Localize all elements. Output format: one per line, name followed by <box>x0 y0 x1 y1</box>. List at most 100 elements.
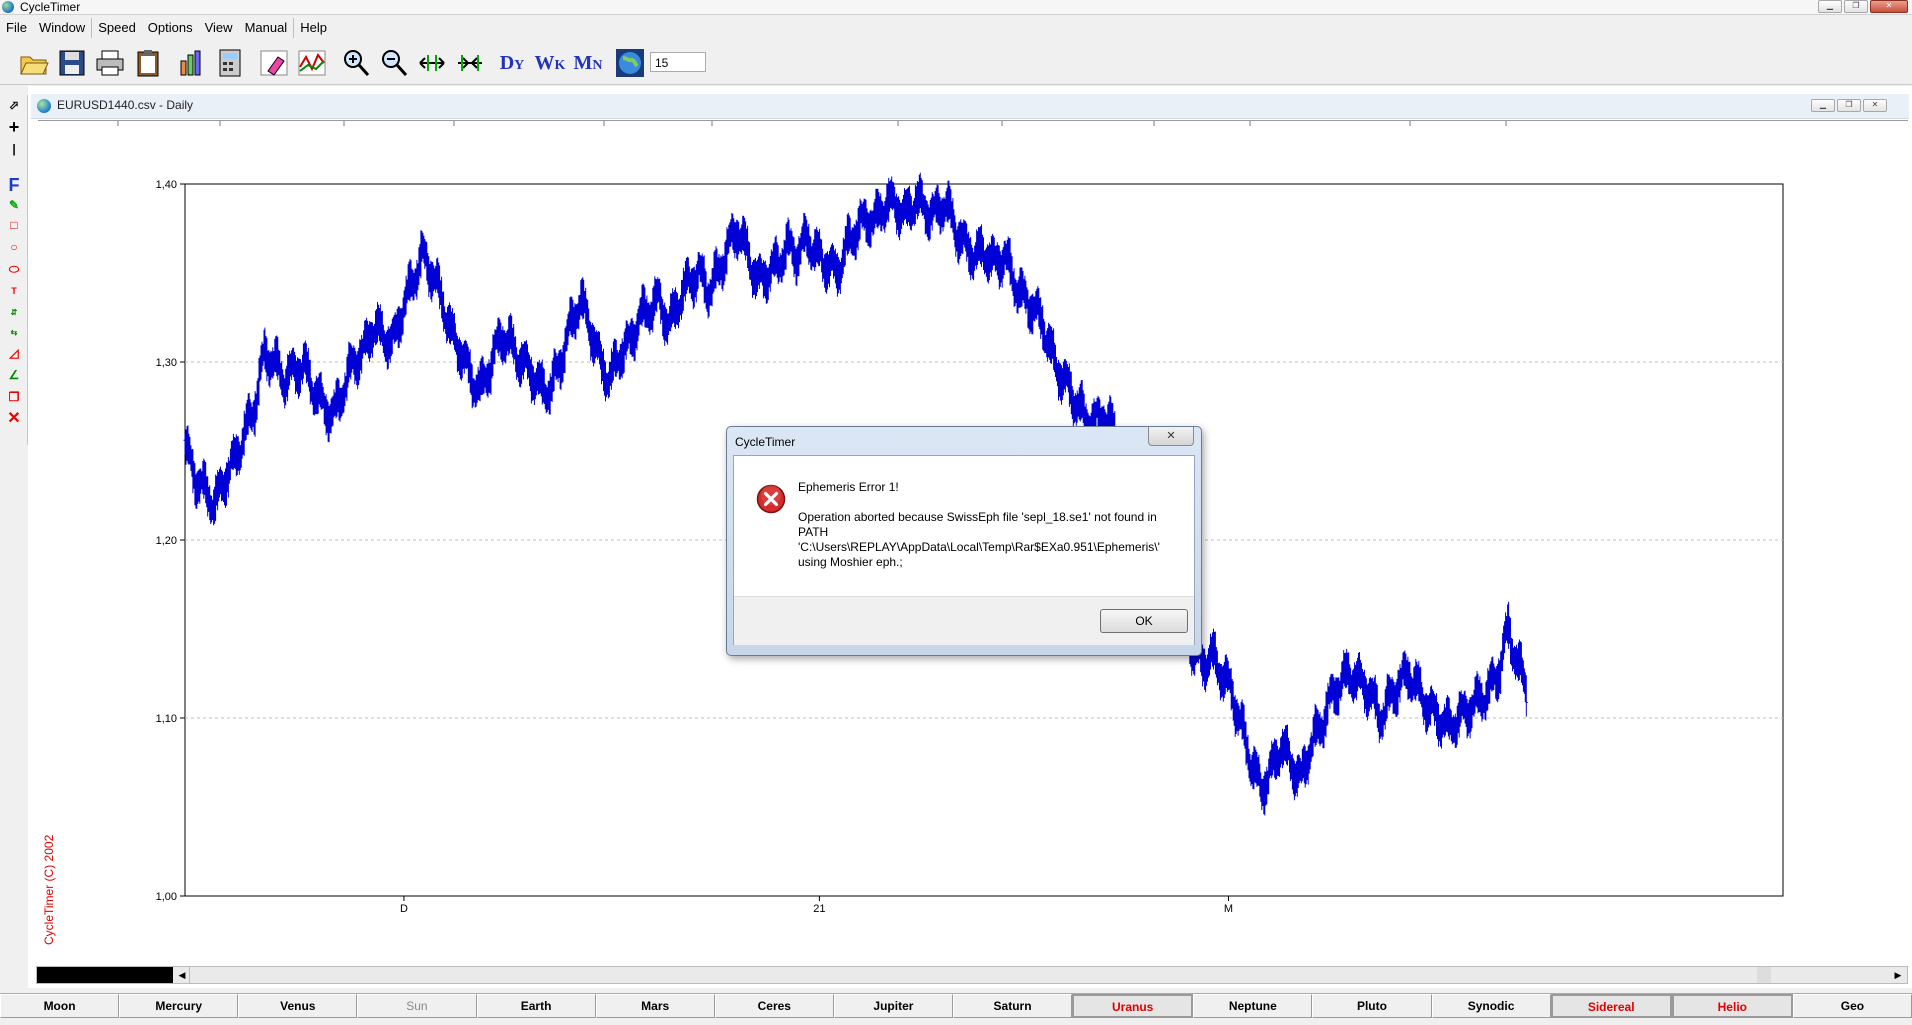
app-globe-icon <box>2 1 14 13</box>
compress-horizontal-icon[interactable] <box>454 47 486 79</box>
zoom-in-icon[interactable] <box>340 47 372 79</box>
copy-tool-icon[interactable]: ❐ <box>4 387 24 407</box>
error-line-1: Operation aborted because SwissEph file … <box>798 510 1157 524</box>
price-tool-icon[interactable]: ⇵ <box>4 303 24 323</box>
close-button[interactable]: ✕ <box>1870 0 1908 13</box>
ok-button[interactable]: OK <box>1100 609 1188 633</box>
copyright-label: CycleTimer (C) 2002 <box>42 834 56 945</box>
menu-speed[interactable]: Speed <box>91 18 142 38</box>
planet-button-earth[interactable]: Earth <box>476 994 596 1018</box>
menu-help[interactable]: Help <box>293 18 333 38</box>
chart-window-globe-icon <box>37 99 51 113</box>
delete-icon[interactable]: ✕ <box>4 409 24 429</box>
text-tool-icon[interactable]: T <box>4 281 24 301</box>
pointer-icon[interactable]: ⬀ <box>4 95 24 115</box>
app-titlebar: CycleTimer ▁ ❐ ✕ <box>0 0 1912 15</box>
print-icon[interactable] <box>94 47 126 79</box>
rectangle-icon[interactable]: □ <box>4 215 24 235</box>
menu-view[interactable]: View <box>199 18 239 38</box>
window-controls: ▁ ❐ ✕ <box>1818 0 1908 13</box>
globe-icon[interactable] <box>614 47 646 79</box>
planet-button-mercury[interactable]: Mercury <box>119 994 239 1018</box>
x-tick-label: D <box>400 903 408 915</box>
clipboard-icon[interactable] <box>132 47 164 79</box>
monthly-mn-icon[interactable]: MN <box>572 47 604 79</box>
scroll-thumb[interactable] <box>37 967 173 983</box>
planet-button-pluto[interactable]: Pluto <box>1312 994 1432 1018</box>
bar-chart-icon[interactable] <box>176 47 208 79</box>
gann-tool-icon[interactable]: ∠ <box>4 365 24 385</box>
error-icon <box>756 484 786 514</box>
error-dialog: CycleTimer ✕ Ephemeris Error 1! Operatio… <box>726 426 1202 656</box>
error-line-2: PATH <box>798 525 829 539</box>
y-tick-label: 1,40 <box>156 179 177 191</box>
error-line-3: 'C:\Users\REPLAY\AppData\Local\Temp\Rar$… <box>798 540 1160 554</box>
planet-button-neptune[interactable]: Neptune <box>1193 994 1313 1018</box>
pencil-icon[interactable]: ✎ <box>4 195 24 215</box>
y-tick-label: 1,30 <box>156 357 177 369</box>
chart-window-title: EURUSD1440.csv - Daily <box>57 98 194 112</box>
planet-button-uranus[interactable]: Uranus <box>1072 994 1194 1018</box>
menu-file[interactable]: File <box>0 18 33 38</box>
eraser-icon[interactable] <box>258 47 290 79</box>
chart-minimize-button[interactable]: ▁ <box>1811 99 1835 112</box>
zoom-input[interactable]: 15 <box>650 52 706 72</box>
scroll-right-arrow-icon[interactable]: ▶ <box>1891 967 1905 983</box>
daily-dy-icon[interactable]: DY <box>496 47 528 79</box>
planet-button-venus[interactable]: Venus <box>238 994 358 1018</box>
crosshair-icon[interactable]: + <box>4 117 24 137</box>
dialog-body: Ephemeris Error 1! Operation aborted bec… <box>733 455 1195 645</box>
zoom-out-icon[interactable] <box>378 47 410 79</box>
dialog-title: CycleTimer <box>735 435 796 449</box>
chart-window-controls: ▁ ❐ ✕ <box>1811 99 1887 112</box>
dialog-close-button[interactable]: ✕ <box>1148 427 1194 446</box>
planet-bar: Moon Mercury Venus Sun Earth Mars Ceres Jupiter… <box>0 993 1912 1018</box>
circle-icon[interactable]: ○ <box>4 237 24 257</box>
planet-button-saturn[interactable]: Saturn <box>953 994 1073 1018</box>
minimize-button[interactable]: ▁ <box>1818 0 1842 13</box>
chart-wave-icon[interactable] <box>296 47 328 79</box>
x-tick-label: 21 <box>813 903 825 915</box>
dialog-footer: OK <box>734 596 1194 645</box>
scroll-left-arrow-icon[interactable]: ◀ <box>175 967 190 983</box>
planet-button-sun[interactable]: Sun <box>357 994 477 1018</box>
ellipse-icon[interactable]: ⬭ <box>4 259 24 279</box>
chart-close-button[interactable]: ✕ <box>1863 99 1887 112</box>
x-tick-label: M <box>1224 903 1233 915</box>
y-tick-label: 1,00 <box>156 891 177 903</box>
open-folder-icon[interactable] <box>18 47 50 79</box>
restore-button[interactable]: ❐ <box>1844 0 1868 13</box>
y-tick-label: 1,10 <box>156 713 177 725</box>
error-line-4: using Moshier eph.; <box>798 555 903 569</box>
time-tool-icon[interactable]: ⇆ <box>4 323 24 343</box>
expand-horizontal-icon[interactable] <box>416 47 448 79</box>
error-message: Operation aborted because SwissEph file … <box>798 510 1164 570</box>
planet-button-mars[interactable]: Mars <box>595 994 715 1018</box>
menu-bar: File Window Speed Options View Manual He… <box>0 18 1912 38</box>
menu-options[interactable]: Options <box>142 18 199 38</box>
vertical-line-icon[interactable]: | <box>4 139 24 159</box>
planet-button-moon[interactable]: Moon <box>0 994 120 1018</box>
horizontal-scrollbar[interactable]: ◀ ▶ <box>36 966 1908 984</box>
f-tool-icon[interactable]: F <box>4 175 24 195</box>
planet-button-helio[interactable]: Helio <box>1671 994 1793 1018</box>
menu-manual[interactable]: Manual <box>239 18 294 38</box>
save-disk-icon[interactable] <box>56 47 88 79</box>
planet-button-geo[interactable]: Geo <box>1792 994 1912 1018</box>
scroll-thumb-right[interactable] <box>1757 967 1771 983</box>
pivot-tool-icon[interactable]: ◿ <box>4 343 24 363</box>
main-toolbar: DY WK MN 15 <box>0 42 1912 85</box>
drawing-toolbox: ⬀ + | F ✎ □ ○ ⬭ T ⇵ ⇆ ◿ ∠ ❐ ✕ <box>0 95 28 445</box>
error-heading: Ephemeris Error 1! <box>798 480 899 494</box>
planet-button-ceres[interactable]: Ceres <box>714 994 834 1018</box>
planet-button-jupiter[interactable]: Jupiter <box>833 994 953 1018</box>
weekly-wk-icon[interactable]: WK <box>534 47 566 79</box>
menu-window[interactable]: Window <box>33 18 91 38</box>
y-tick-label: 1,20 <box>156 535 177 547</box>
chart-window-titlebar: EURUSD1440.csv - Daily ▁ ❐ ✕ <box>31 94 1909 119</box>
chart-restore-button[interactable]: ❐ <box>1837 99 1861 112</box>
planet-button-sidereal[interactable]: Sidereal <box>1550 994 1672 1018</box>
planet-button-synodic[interactable]: Synodic <box>1431 994 1551 1018</box>
calculator-icon[interactable] <box>214 47 246 79</box>
app-title: CycleTimer <box>20 0 81 14</box>
